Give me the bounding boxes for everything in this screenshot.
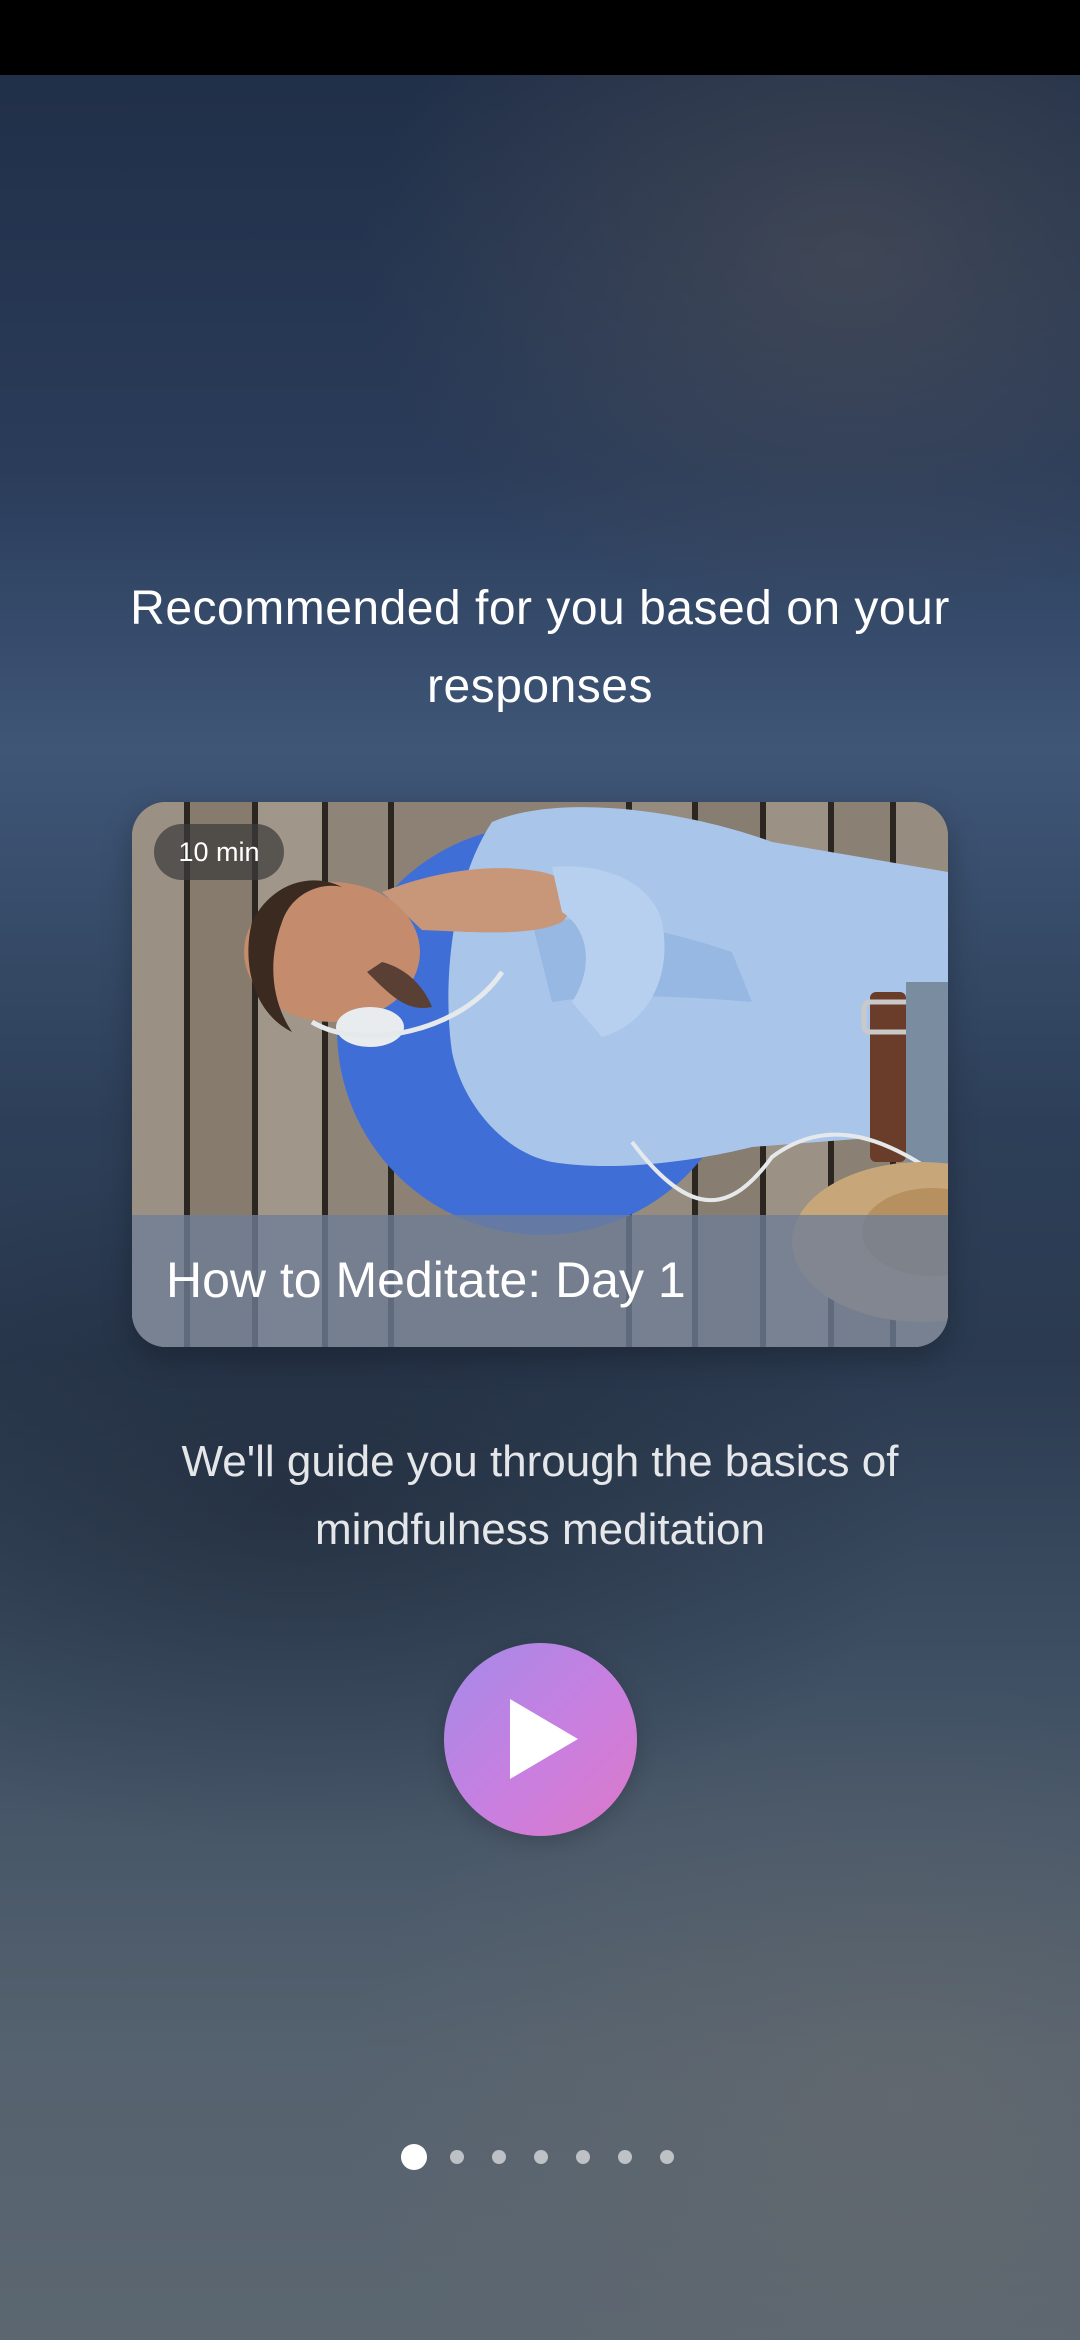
page-dot	[618, 2150, 632, 2164]
page-dot	[534, 2150, 548, 2164]
recommendation-heading: Recommended for you based on your respon…	[130, 582, 950, 713]
meditation-card[interactable]: 10 min How to Meditate: Day 1	[132, 802, 948, 1347]
page-dot	[450, 2150, 464, 2164]
page-dot	[576, 2150, 590, 2164]
duration-badge: 10 min	[154, 824, 284, 880]
play-icon	[510, 1699, 578, 1779]
card-title: How to Meditate: Day 1	[166, 1252, 686, 1308]
page-indicator	[395, 2140, 685, 2174]
page-dot	[492, 2150, 506, 2164]
page-dot	[660, 2150, 674, 2164]
guide-description: We'll guide you through the basics of mi…	[181, 1437, 899, 1554]
card-footer: How to Meditate: Day 1	[132, 1215, 948, 1347]
status-bar	[0, 0, 1080, 75]
play-button[interactable]	[444, 1643, 637, 1836]
page-dot-active	[401, 2144, 427, 2170]
